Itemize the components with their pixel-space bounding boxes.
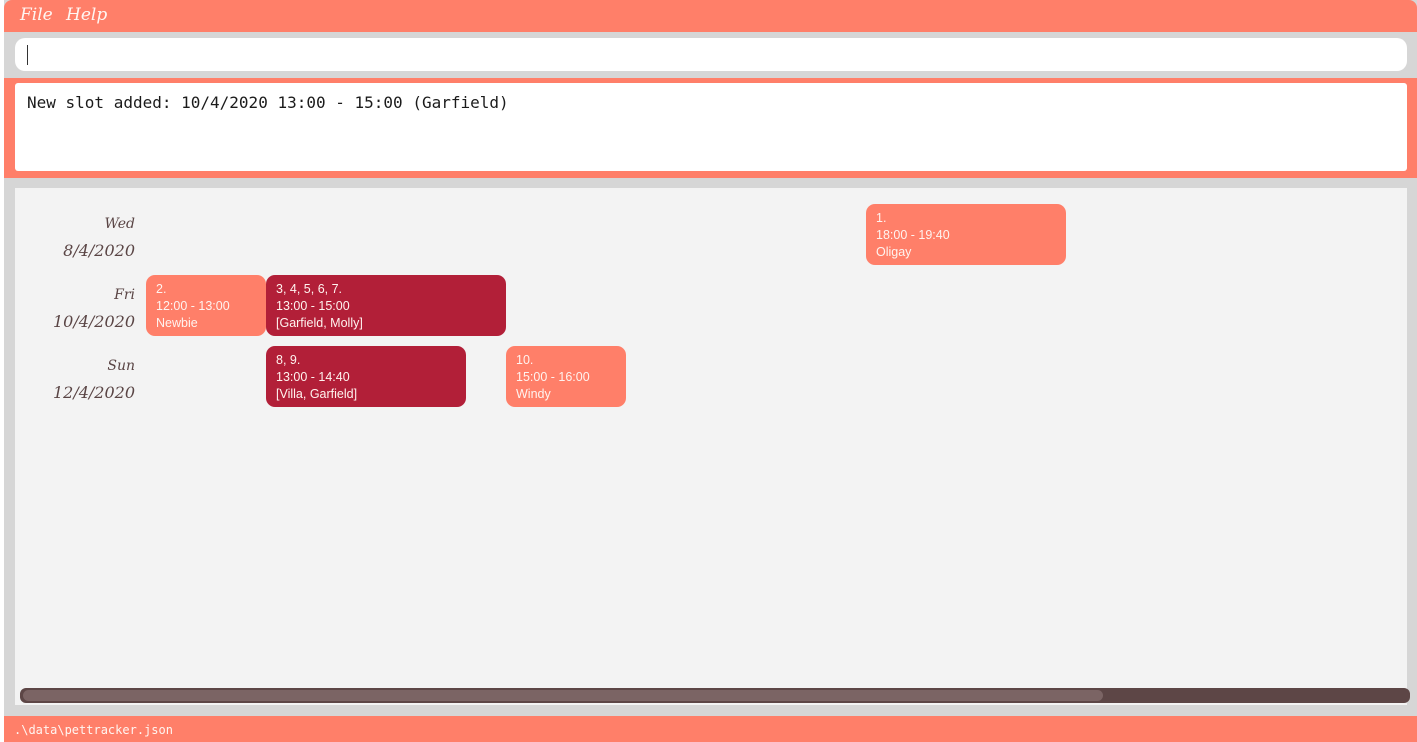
slot-card[interactable]: 10. 15:00 - 16:00 Windy — [506, 346, 626, 407]
save-location: .\data\pettracker.json — [14, 723, 173, 737]
day-name: Wed — [104, 216, 136, 232]
menu-help[interactable]: Help — [66, 5, 107, 25]
slot-index: 1. — [876, 211, 887, 225]
scrollbar-thumb[interactable] — [23, 690, 1103, 701]
slot-card-conflict[interactable]: 3, 4, 5, 6, 7. 13:00 - 15:00 [Garfield, … — [266, 275, 506, 336]
day-label-wed: Wed 8/4/2020 — [15, 214, 135, 274]
day-label-sun: Sun 12/4/2020 — [15, 356, 135, 416]
day-date: 8/4/2020 — [63, 241, 135, 260]
app-window: File Help New slot added: 10/4/2020 13:0… — [4, 0, 1417, 742]
slot-index: 10. — [516, 353, 534, 367]
command-box — [4, 32, 1417, 78]
slot-card[interactable]: 2. 12:00 - 13:00 Newbie — [146, 275, 266, 336]
slot-time: 15:00 - 16:00 — [516, 370, 590, 384]
calendar-panel: Wed 8/4/2020 Fri 10/4/2020 Sun 12/4/2020… — [15, 188, 1407, 705]
slot-index: 3, 4, 5, 6, 7. — [276, 282, 343, 296]
slot-index: 8, 9. — [276, 353, 301, 367]
menu-file[interactable]: File — [20, 5, 53, 25]
slot-card[interactable]: 1. 18:00 - 19:40 Oligay — [866, 204, 1066, 265]
slot-time: 13:00 - 15:00 — [276, 299, 350, 313]
command-input[interactable] — [15, 38, 1407, 71]
status-bar: .\data\pettracker.json — [4, 716, 1417, 742]
slot-pets: Oligay — [876, 245, 912, 259]
result-message: New slot added: 10/4/2020 13:00 - 15:00 … — [15, 83, 1407, 171]
day-date: 10/4/2020 — [52, 312, 135, 331]
slot-pets: [Villa, Garfield] — [276, 387, 358, 401]
slot-index: 2. — [156, 282, 167, 296]
day-label-fri: Fri 10/4/2020 — [15, 285, 135, 345]
slot-card-conflict[interactable]: 8, 9. 13:00 - 14:40 [Villa, Garfield] — [266, 346, 466, 407]
horizontal-scrollbar[interactable] — [20, 688, 1410, 703]
slot-time: 13:00 - 14:40 — [276, 370, 350, 384]
text-caret — [27, 45, 28, 65]
menu-bar: File Help — [4, 0, 1417, 32]
day-date: 12/4/2020 — [52, 383, 135, 402]
slot-pets: [Garfield, Molly] — [276, 316, 363, 330]
slot-time: 18:00 - 19:40 — [876, 228, 950, 242]
day-name: Sun — [107, 358, 135, 374]
result-display: New slot added: 10/4/2020 13:00 - 15:00 … — [4, 78, 1417, 178]
slot-pets: Newbie — [156, 316, 198, 330]
day-name: Fri — [114, 287, 135, 303]
slot-time: 12:00 - 13:00 — [156, 299, 230, 313]
slot-pets: Windy — [516, 387, 551, 401]
